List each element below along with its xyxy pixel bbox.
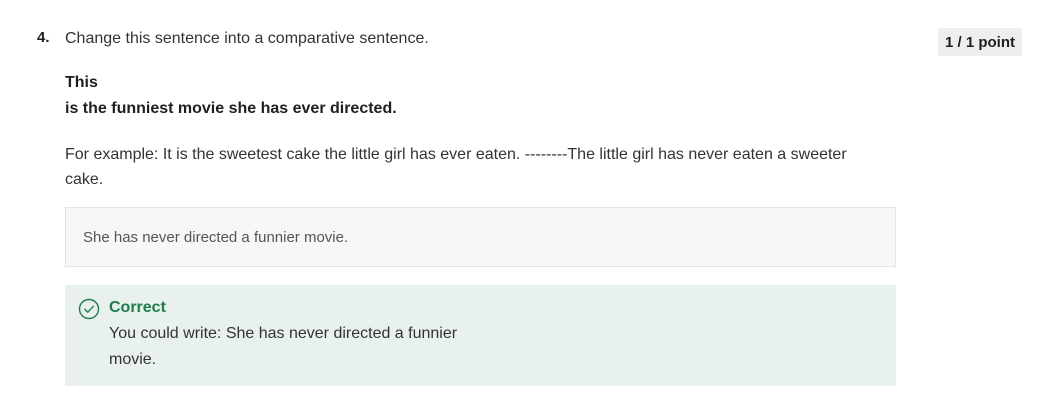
feedback-panel: Correct You could write: She has never d… xyxy=(65,285,896,386)
check-circle-icon xyxy=(78,298,100,320)
sentence-line-2: is the funniest movie she has ever direc… xyxy=(65,100,397,117)
example-text: For example: It is the sweetest cake the… xyxy=(65,146,847,188)
score-badge: 1 / 1 point xyxy=(938,28,1022,56)
question-prompt: Change this sentence into a comparative … xyxy=(65,30,429,47)
answer-box[interactable]: She has never directed a funnier movie. xyxy=(65,207,896,267)
answer-text: She has never directed a funnier movie. xyxy=(83,228,349,246)
feedback-text: You could write: She has never directed … xyxy=(109,325,458,368)
feedback-status: Correct xyxy=(109,299,166,316)
sentence-line-1: This xyxy=(65,74,98,91)
question-number: 4. xyxy=(37,29,50,46)
